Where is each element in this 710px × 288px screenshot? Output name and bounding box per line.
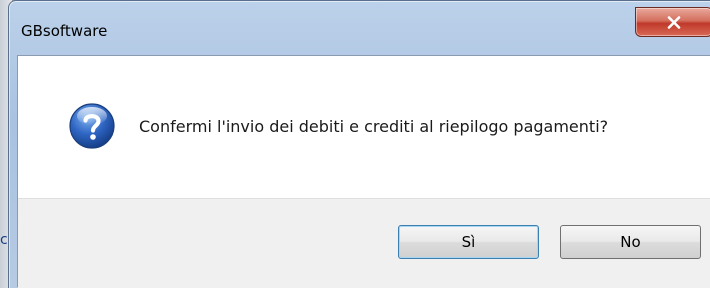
message-area: Confermi l'invio dei debiti e crediti al… — [18, 56, 710, 198]
dialog-client-area: Confermi l'invio dei debiti e crediti al… — [17, 55, 710, 288]
window-title: GBsoftware — [21, 22, 108, 40]
title-bar[interactable]: GBsoftware — [9, 1, 710, 53]
yes-button-label: Sì — [461, 233, 476, 251]
yes-button[interactable]: Sì — [398, 225, 539, 259]
screen: c GBsoftware Confermi l'invio dei debiti… — [0, 0, 710, 288]
question-icon — [68, 102, 116, 150]
message-dialog: GBsoftware Confermi l'invio dei debiti e… — [8, 0, 710, 288]
button-bar: Sì No — [18, 198, 710, 288]
no-button-label: No — [620, 233, 641, 251]
no-button[interactable]: No — [560, 225, 701, 259]
close-icon — [667, 15, 681, 29]
close-button[interactable] — [635, 7, 710, 37]
dialog-message: Confermi l'invio dei debiti e crediti al… — [139, 117, 609, 136]
background-text-fragment: c — [0, 232, 8, 248]
